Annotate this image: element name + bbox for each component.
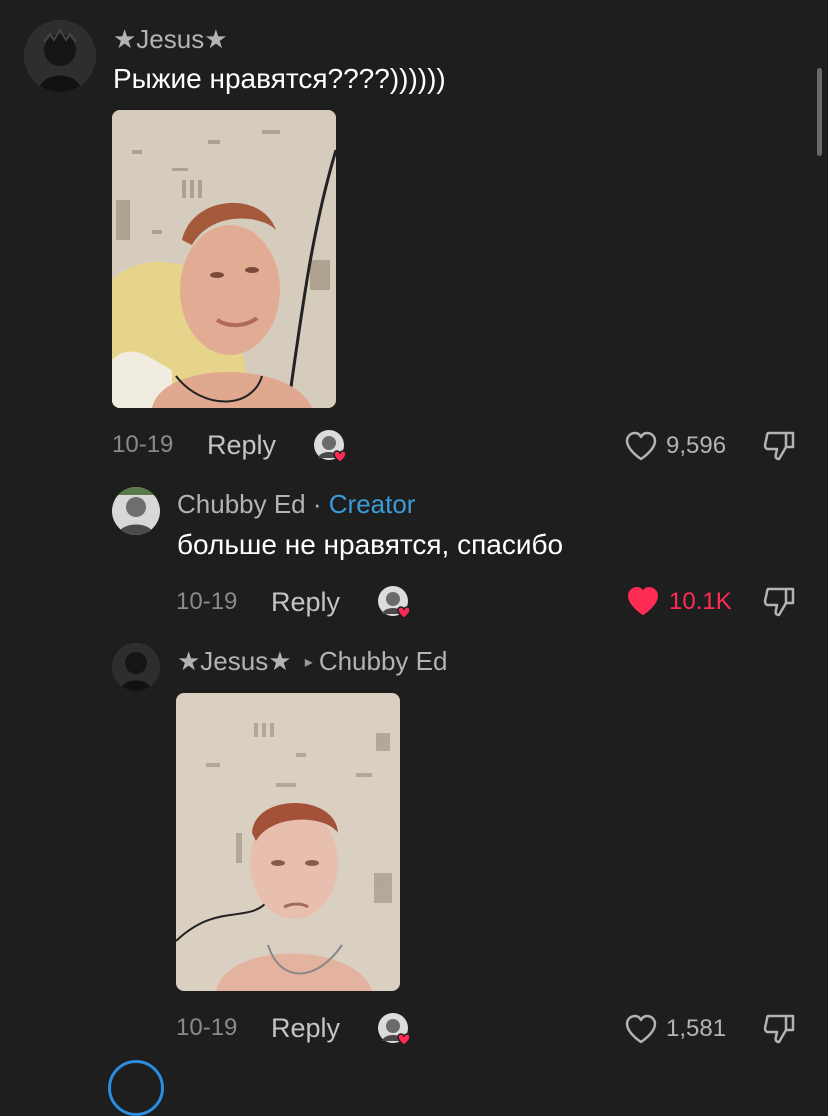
username-label[interactable]: ★Jesus★ [177, 646, 292, 676]
heart-icon[interactable] [624, 430, 658, 462]
reply-button[interactable]: Reply [271, 1013, 340, 1043]
reply-arrow-icon: ▸ [304, 654, 313, 671]
like-count: 1,581 [666, 1015, 727, 1042]
dislike-icon[interactable] [762, 1012, 796, 1046]
avatar-jesus[interactable] [112, 643, 160, 691]
creator-liked-icon [312, 428, 350, 466]
creator-liked-icon [376, 584, 414, 622]
reply-button[interactable]: Reply [207, 430, 276, 460]
comment-text: Рыжие нравятся????)))))) [113, 63, 446, 94]
separator: · [305, 489, 329, 519]
comment-username[interactable]: ★Jesus★ [113, 24, 228, 54]
heart-filled-icon[interactable] [626, 585, 660, 617]
reply-to-username[interactable]: Chubby Ed [319, 646, 448, 676]
comment-date: 10-19 [176, 588, 238, 615]
like-count: 9,596 [666, 432, 727, 459]
comment-photo[interactable] [176, 693, 400, 991]
creator-liked-icon [376, 1011, 414, 1049]
comment-photo[interactable] [112, 110, 336, 408]
comment-date: 10-19 [176, 1014, 238, 1041]
dislike-icon[interactable] [762, 585, 796, 619]
comment-text: больше не нравятся, спасибо [177, 529, 564, 560]
next-comment-avatar[interactable] [108, 1060, 164, 1116]
dislike-icon[interactable] [762, 429, 796, 463]
avatar-chubby-ed[interactable] [112, 487, 160, 535]
like-count: 10.1K [669, 588, 732, 615]
reply-button[interactable]: Reply [271, 587, 340, 617]
creator-badge: Creator [328, 489, 416, 519]
heart-icon[interactable] [624, 1013, 658, 1045]
username-label[interactable]: Chubby Ed [177, 489, 306, 519]
comment-date: 10-19 [112, 431, 174, 458]
comment-username[interactable]: ★Jesus★ ▸ Chubby Ed [177, 646, 447, 678]
scrollbar[interactable] [817, 68, 822, 156]
comment-username[interactable]: Chubby Ed · Creator [177, 489, 415, 519]
avatar-jesus[interactable] [24, 20, 96, 92]
